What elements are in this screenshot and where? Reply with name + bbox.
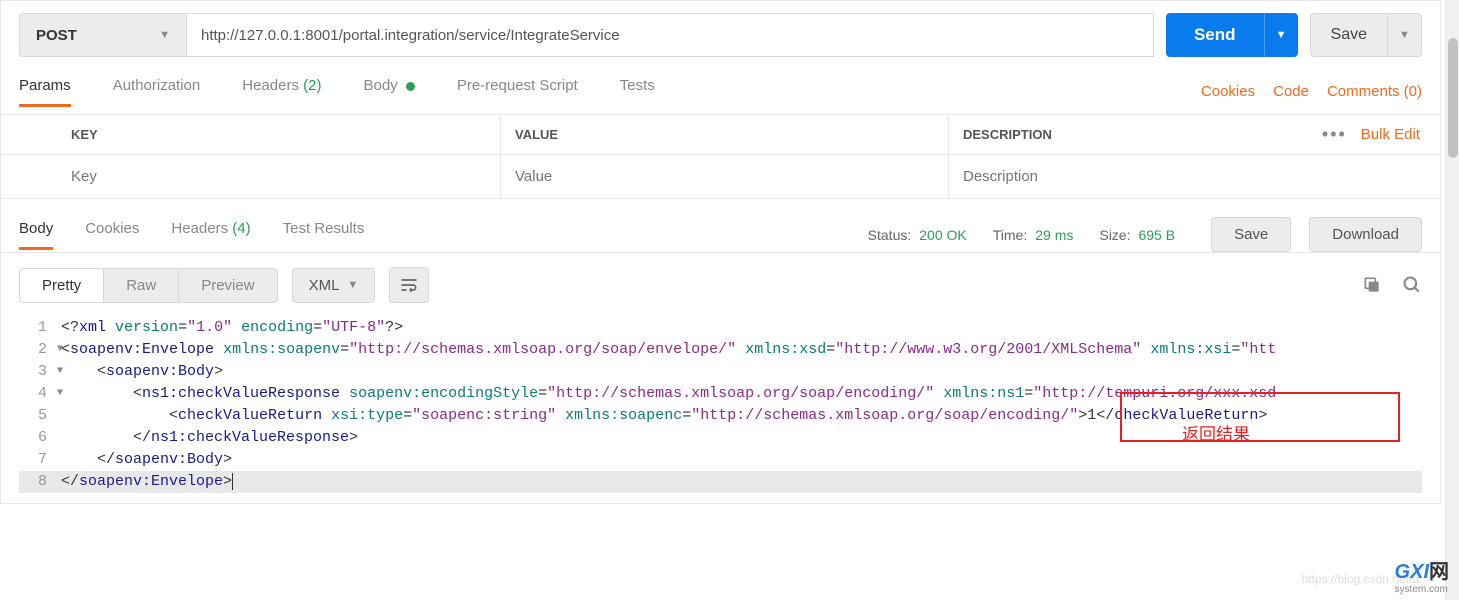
fold-icon[interactable]: ▼ (57, 361, 63, 383)
chevron-down-icon: ▼ (159, 29, 170, 41)
tab-headers-count: (2) (303, 77, 321, 94)
column-desc-header: DESCRIPTION (949, 115, 1282, 154)
wrap-icon (399, 275, 419, 295)
params-table-row (1, 155, 1440, 199)
code-line: 2▼<soapenv:Envelope xmlns:soapenv="http:… (19, 339, 1422, 361)
chevron-down-icon: ▼ (1399, 29, 1410, 41)
http-method-select[interactable]: POST ▼ (19, 13, 187, 57)
watermark-sub: system.com (1395, 584, 1449, 595)
code-line: 8</soapenv:Envelope> (19, 471, 1422, 493)
status-label: Status: (868, 227, 912, 243)
fold-icon[interactable]: ▼ (57, 383, 63, 405)
tab-authorization[interactable]: Authorization (113, 77, 201, 106)
tab-headers[interactable]: Headers (2) (242, 77, 321, 106)
request-bar: POST ▼ http://127.0.0.1:8001/portal.inte… (1, 1, 1440, 69)
tab-prerequest[interactable]: Pre-request Script (457, 77, 578, 106)
copy-icon[interactable] (1362, 275, 1382, 295)
tab-response-headers-count: (4) (232, 220, 250, 237)
params-table-header: KEY VALUE DESCRIPTION ••• Bulk Edit (1, 115, 1440, 155)
response-status-bar: Status: 200 OK Time: 29 ms Size: 695 B S… (868, 217, 1422, 252)
size-value: 695 B (1138, 227, 1175, 243)
param-key-input[interactable] (71, 168, 500, 185)
view-preview-button[interactable]: Preview (179, 269, 276, 302)
chevron-down-icon: ▼ (347, 279, 358, 291)
url-value: http://127.0.0.1:8001/portal.integration… (201, 27, 620, 44)
watermark-suffix: 网 (1429, 561, 1449, 583)
vertical-scrollbar[interactable] (1445, 0, 1459, 600)
tab-params[interactable]: Params (19, 77, 71, 106)
tab-response-body[interactable]: Body (19, 220, 53, 249)
response-save-button[interactable]: Save (1211, 217, 1291, 252)
send-dropdown-button[interactable]: ▼ (1264, 13, 1298, 57)
cookies-link[interactable]: Cookies (1201, 83, 1255, 100)
scrollbar-thumb[interactable] (1448, 38, 1458, 158)
column-key-header: KEY (57, 115, 501, 154)
bulk-edit-link[interactable]: Bulk Edit (1361, 126, 1420, 143)
download-button[interactable]: Download (1309, 217, 1422, 252)
view-raw-button[interactable]: Raw (104, 269, 179, 302)
size-label: Size: (1099, 227, 1130, 243)
site-watermark: GXI网 system.com (1395, 555, 1449, 595)
more-options-icon[interactable]: ••• (1322, 124, 1347, 145)
tab-test-results[interactable]: Test Results (283, 220, 365, 249)
http-method-value: POST (36, 27, 77, 44)
send-button[interactable]: Send (1166, 13, 1264, 57)
tab-body-label: Body (363, 77, 397, 94)
dot-indicator-icon (406, 82, 415, 91)
tab-response-cookies[interactable]: Cookies (85, 220, 139, 249)
tab-body[interactable]: Body (363, 77, 414, 106)
format-value: XML (309, 277, 340, 294)
code-line: 1<?xml version="1.0" encoding="UTF-8"?> (19, 317, 1422, 339)
param-desc-input[interactable] (963, 168, 1282, 185)
code-line: 3▼ <soapenv:Body> (19, 361, 1422, 383)
time-value: 29 ms (1035, 227, 1073, 243)
view-pretty-button[interactable]: Pretty (20, 269, 104, 302)
code-link[interactable]: Code (1273, 83, 1309, 100)
search-icon[interactable] (1402, 275, 1422, 295)
code-line: 7 </soapenv:Body> (19, 449, 1422, 471)
column-value-header: VALUE (501, 115, 949, 154)
status-value: 200 OK (919, 227, 966, 243)
wrap-lines-button[interactable] (389, 267, 429, 303)
tab-response-headers[interactable]: Headers (4) (171, 220, 250, 249)
comments-link[interactable]: Comments (0) (1327, 83, 1422, 100)
annotation-box (1120, 392, 1400, 442)
response-view-toolbar: Pretty Raw Preview XML ▼ (1, 252, 1440, 317)
save-dropdown-button[interactable]: ▼ (1388, 13, 1422, 57)
chevron-down-icon: ▼ (1276, 29, 1287, 41)
tab-headers-label: Headers (242, 77, 299, 94)
annotation-text: 返回结果 (1182, 420, 1250, 445)
tab-tests[interactable]: Tests (620, 77, 655, 106)
param-value-input[interactable] (515, 168, 948, 185)
response-body-code[interactable]: 返回结果 1<?xml version="1.0" encoding="UTF-… (1, 317, 1440, 503)
url-input[interactable]: http://127.0.0.1:8001/portal.integration… (187, 13, 1154, 57)
response-tabs: Body Cookies Headers (4) Test Results St… (1, 199, 1440, 252)
tab-response-headers-label: Headers (171, 220, 228, 237)
fold-icon[interactable]: ▼ (57, 339, 63, 361)
request-tabs: Params Authorization Headers (2) Body Pr… (1, 69, 1440, 115)
format-select[interactable]: XML ▼ (292, 268, 376, 303)
time-label: Time: (993, 227, 1027, 243)
watermark-brand: GXI (1395, 561, 1429, 583)
save-button[interactable]: Save (1310, 13, 1388, 57)
